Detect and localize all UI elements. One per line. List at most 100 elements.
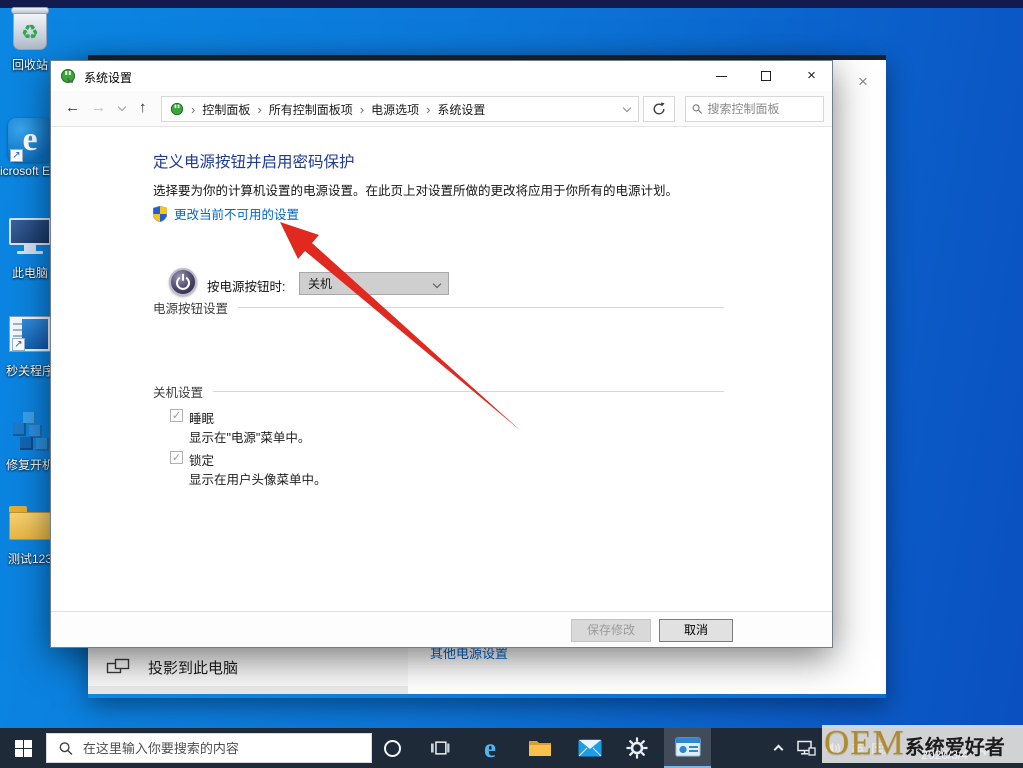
power-action-value: 关机 — [308, 277, 333, 291]
cortana-button[interactable] — [374, 728, 410, 768]
maximize-icon — [761, 71, 771, 81]
desktop-icon-test-folder[interactable]: 测试123 — [4, 506, 56, 566]
uac-link-label: 更改当前不可用的设置 — [174, 208, 300, 222]
gear-icon — [626, 737, 648, 759]
up-button[interactable]: ↑ — [139, 99, 147, 116]
background-close-button[interactable]: × — [848, 69, 878, 95]
power-button-icon — [169, 268, 197, 296]
desktop-icon-this-pc[interactable]: 此电脑 — [4, 216, 56, 280]
close-icon: × — [807, 67, 816, 84]
edge-icon: e ↗ — [8, 118, 52, 162]
breadcrumb-control-panel[interactable]: 控制面板 — [202, 101, 250, 118]
mail-icon — [578, 739, 602, 757]
minimize-button[interactable] — [699, 61, 744, 91]
file-explorer-icon — [529, 741, 551, 756]
breadcrumb-separator-icon: › — [359, 101, 365, 117]
section-power-button-settings: 电源按钮设置 — [153, 298, 724, 317]
section-shutdown-settings: 关机设置 — [153, 382, 724, 401]
desktop-top-band — [0, 0, 1023, 8]
search-icon — [59, 741, 73, 755]
task-view-button[interactable] — [420, 728, 460, 768]
change-unavailable-settings-link[interactable]: 更改当前不可用的设置 — [153, 204, 299, 223]
back-button[interactable]: ← — [65, 99, 80, 116]
cortana-icon — [383, 739, 401, 757]
maximize-button[interactable] — [744, 61, 789, 91]
control-panel-searchbox[interactable] — [685, 96, 824, 122]
navigation-bar: ← → ↑ › 控制面板 › 所有控制面板项 › 电源选项 › 系统设置 — [51, 91, 832, 127]
screen: ♻ 回收站 e ↗ Microsoft Edge 此电脑 ↗ 秒关程序 — [0, 0, 1023, 768]
chevron-up-icon — [773, 744, 783, 755]
this-pc-icon — [4, 218, 56, 254]
power-plug-icon — [170, 102, 184, 116]
search-input[interactable] — [707, 102, 817, 116]
breadcrumb-system-settings[interactable]: 系统设置 — [437, 101, 485, 118]
history-dropdown-icon[interactable] — [117, 102, 127, 112]
power-plug-icon — [60, 68, 76, 87]
lock-checkbox-description: 显示在用户头像菜单中。 — [189, 473, 327, 487]
taskbar-edge-button[interactable]: e — [470, 728, 510, 768]
folder-icon — [4, 506, 56, 540]
address-dropdown-icon[interactable] — [622, 103, 632, 112]
uac-shield-icon — [153, 205, 167, 222]
breadcrumb-all-items[interactable]: 所有控制面板项 — [269, 101, 353, 118]
section-divider — [213, 391, 724, 392]
desktop-icon-recycle-bin[interactable]: ♻ 回收站 — [4, 7, 56, 72]
search-icon — [692, 104, 703, 114]
sidebar-item-project-to-pc[interactable]: 投影到此电脑 — [88, 648, 408, 686]
app-window-icon: ↗ — [9, 316, 51, 352]
settings-button[interactable] — [617, 728, 657, 768]
file-explorer-button[interactable] — [520, 728, 560, 768]
shortcut-arrow-icon: ↗ — [10, 149, 23, 162]
sleep-checkbox-label: 睡眠 — [189, 412, 215, 426]
check-icon: ✓ — [171, 410, 182, 422]
desktop-icon-quick-shutdown[interactable]: ↗ 秒关程序 — [4, 314, 56, 378]
project-monitors-icon — [106, 658, 130, 674]
lock-checkbox[interactable]: ✓ — [170, 451, 183, 464]
page-content: 定义电源按钮并启用密码保护 选择要为你的计算机设置的电源设置。在此页上对设置所做… — [51, 128, 832, 611]
taskbar-search-input[interactable] — [82, 740, 359, 756]
recycle-bin-icon: ♻ — [11, 7, 49, 50]
check-icon: ✓ — [171, 452, 182, 464]
sleep-checkbox-description: 显示在"电源"菜单中。 — [189, 431, 311, 445]
system-settings-window: 系统设置 × ← → ↑ › 控制面板 › 所有控制面板项 › 电源选项 › 系… — [50, 60, 833, 648]
network-pc-icon — [796, 740, 816, 756]
titlebar[interactable]: 系统设置 × — [51, 61, 832, 91]
taskbar-searchbox[interactable] — [46, 733, 372, 763]
forward-button[interactable]: → — [91, 99, 106, 116]
shortcut-arrow-icon: ↗ — [12, 338, 25, 351]
refresh-icon — [653, 102, 665, 115]
power-action-select[interactable]: 关机 — [299, 272, 449, 295]
window-title: 系统设置 — [84, 71, 133, 85]
window-accent-line — [88, 694, 886, 698]
start-button[interactable] — [0, 728, 46, 768]
page-title: 定义电源按钮并启用密码保护 — [153, 154, 355, 171]
power-action-label: 按电源按钮时: — [207, 280, 286, 294]
edge-icon: e — [484, 732, 496, 763]
page-description: 选择要为你的计算机设置的电源设置。在此页上对设置所做的更改将应用于你所有的电源计… — [153, 184, 679, 198]
window-footer: 保存修改 取消 — [51, 611, 832, 647]
minimize-icon — [716, 76, 727, 77]
recycle-glyph-icon: ♻ — [21, 22, 39, 44]
tray-clock-date[interactable]: 2020/3/4 — [921, 748, 968, 762]
sidebar-item-label: 投影到此电脑 — [148, 659, 239, 677]
tray-show-hidden-button[interactable] — [766, 728, 790, 768]
lock-checkbox-label: 锁定 — [189, 454, 215, 468]
sleep-checkbox[interactable]: ✓ — [170, 409, 183, 422]
close-button[interactable]: × — [789, 61, 834, 91]
chevron-down-icon — [432, 279, 442, 288]
active-control-panel-button[interactable] — [664, 728, 711, 768]
breadcrumb-power-options[interactable]: 电源选项 — [371, 101, 419, 118]
section-divider — [238, 307, 724, 308]
registry-cubes-icon — [7, 408, 53, 454]
watermark-brand: OEM — [824, 723, 905, 762]
breadcrumb-separator-icon: › — [426, 101, 431, 117]
desktop-icon-repair-boot[interactable]: 修复开机 — [4, 408, 56, 472]
breadcrumb[interactable]: › 控制面板 › 所有控制面板项 › 电源选项 › 系统设置 — [161, 96, 639, 122]
refresh-button[interactable] — [643, 96, 675, 122]
mail-button[interactable] — [570, 728, 610, 768]
task-view-icon — [431, 741, 450, 755]
network-tray-button[interactable] — [793, 728, 819, 768]
cancel-button[interactable]: 取消 — [659, 619, 733, 642]
desktop-icon-edge[interactable]: e ↗ Microsoft Edge — [0, 118, 70, 178]
save-changes-button: 保存修改 — [571, 619, 651, 642]
